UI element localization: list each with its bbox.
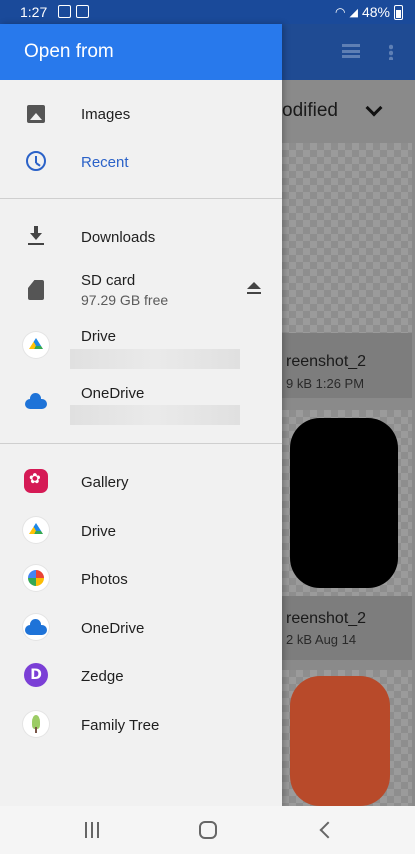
drawer-item-label: Drive (81, 523, 117, 540)
file-card[interactable]: reenshot_2 9 kB 1:26 PM (282, 143, 412, 398)
status-bar: 1:27 ◠ ◢ 48% (0, 0, 415, 24)
more-options-icon[interactable] (389, 44, 393, 60)
file-name: reenshot_2 (286, 610, 367, 627)
google-drive-icon (23, 517, 49, 543)
sort-label: odified (282, 100, 338, 121)
sd-card-icon (28, 280, 44, 300)
file-card[interactable]: reenshot_2 2 kB Aug 14 (282, 410, 412, 660)
drawer-item-label: Family Tree (81, 717, 160, 734)
drawer-item-label: Zedge (81, 668, 124, 685)
drawer-item-label: OneDrive (81, 620, 145, 637)
chevron-down-icon[interactable] (365, 99, 383, 117)
file-meta: 9 kB 1:26 PM (286, 376, 365, 391)
home-icon[interactable] (199, 821, 217, 839)
close-notification-icon (76, 5, 89, 18)
onedrive-icon (23, 388, 49, 414)
drawer-item-recent[interactable]: Recent (0, 138, 282, 186)
battery-icon (394, 4, 403, 20)
gallery-icon (24, 469, 48, 493)
drawer-item-label: OneDrive (81, 385, 145, 402)
drawer-item-label: Recent (81, 154, 129, 171)
thumbnail-shape (290, 676, 390, 806)
redacted-account (70, 349, 240, 369)
list-view-icon[interactable] (342, 44, 360, 58)
recent-apps-icon[interactable] (85, 822, 99, 838)
drawer-item-photos[interactable]: Photos (0, 554, 282, 602)
drawer-item-sd-card[interactable]: SD card 97.29 GB free (0, 266, 282, 318)
signal-icon: ◢ (349, 6, 358, 19)
drawer-item-label: Downloads (81, 229, 156, 246)
drawer-item-family-tree[interactable]: Family Tree (0, 700, 282, 748)
drawer-item-drive[interactable]: Drive (0, 506, 282, 554)
drawer-item-downloads[interactable]: Downloads (0, 212, 282, 260)
drawer-item-label: Images (81, 106, 131, 123)
onedrive-icon (23, 614, 49, 640)
drawer-item-label: Photos (81, 571, 128, 588)
redacted-account (70, 405, 240, 425)
drawer-item-label: SD card (81, 272, 136, 289)
drawer-item-label: Drive (81, 328, 117, 345)
drawer-item-onedrive-account[interactable]: OneDrive (0, 380, 282, 432)
divider (0, 198, 282, 199)
file-name: reenshot_2 (286, 353, 367, 370)
system-nav-bar (0, 806, 415, 854)
divider (0, 443, 282, 444)
sd-card-free-space: 97.29 GB free (81, 292, 169, 308)
drawer-item-gallery[interactable]: Gallery (0, 457, 282, 505)
battery-percent: 48% (361, 4, 390, 20)
drawer-item-label: Gallery (81, 474, 129, 491)
drawer-title: Open from (24, 41, 114, 62)
sort-bar[interactable]: odified (282, 88, 415, 136)
google-drive-icon (23, 332, 49, 358)
eject-icon[interactable] (247, 282, 261, 296)
thumbnail-shape (290, 418, 398, 588)
drawer-header: Open from (0, 24, 282, 80)
drawer-item-images[interactable]: Images (0, 90, 282, 138)
drawer-item-drive-account[interactable]: Drive (0, 324, 282, 376)
file-meta: 2 kB Aug 14 (286, 632, 357, 647)
download-icon (24, 224, 48, 248)
image-notification-icon (58, 5, 71, 18)
status-time: 1:27 (20, 4, 48, 20)
drawer-item-zedge[interactable]: D Zedge (0, 651, 282, 699)
file-card[interactable] (282, 670, 412, 806)
back-icon[interactable] (319, 821, 337, 839)
google-photos-icon (23, 565, 49, 591)
file-thumbnail (282, 143, 412, 333)
open-from-drawer: Open from Images Recent Downloads SD car… (0, 24, 282, 806)
wifi-icon: ◠ (335, 5, 346, 19)
clock-icon (26, 151, 46, 171)
zedge-icon: D (24, 663, 48, 687)
drawer-item-onedrive[interactable]: OneDrive (0, 603, 282, 651)
image-icon (27, 105, 45, 123)
family-tree-icon (23, 711, 49, 737)
